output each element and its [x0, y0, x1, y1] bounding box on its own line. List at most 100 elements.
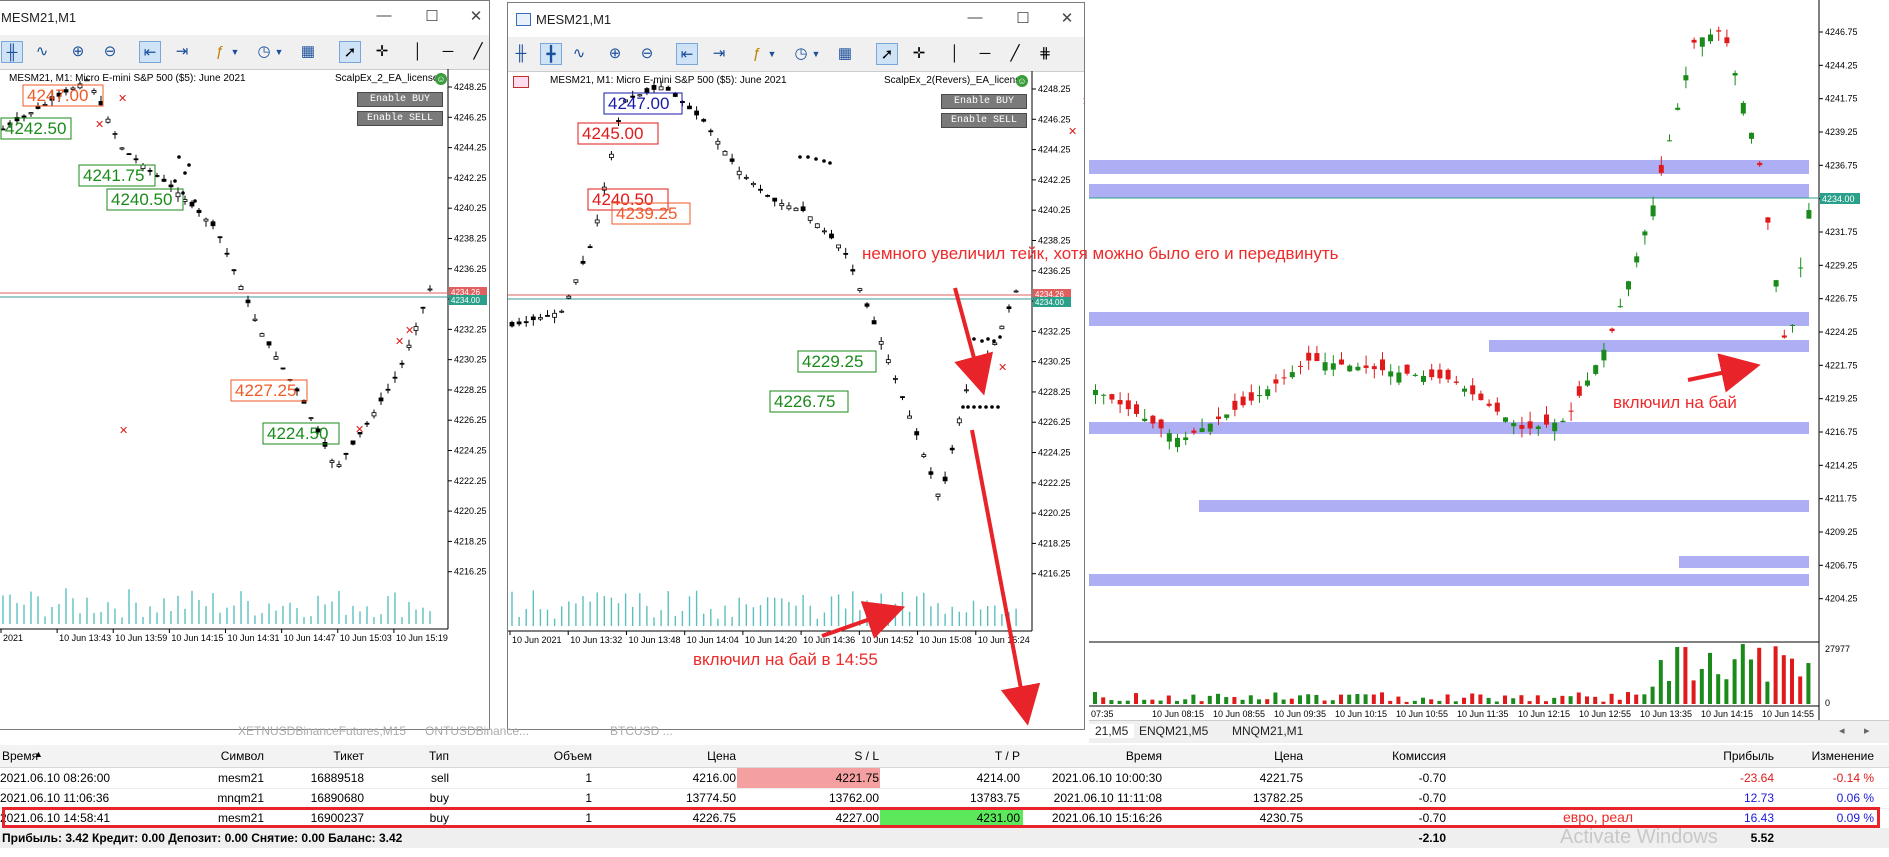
time-tick-label: 10 Jun 15:24 [978, 635, 1030, 645]
autoscroll-icon[interactable]: ⇤ [139, 41, 161, 63]
chevron-down-icon[interactable]: ▼ [766, 43, 778, 65]
left-price-chart: 4248.25 4246.25 4244.25 4242.25 4240.25 4238.… [0, 69, 487, 643]
candle [1650, 205, 1656, 217]
cursor-icon[interactable]: ➚ [876, 43, 898, 65]
price-tick-label: 4220.25 [1038, 508, 1071, 518]
cursor-icon[interactable]: ➚ [339, 41, 361, 63]
col-tp[interactable]: T / P [995, 749, 1020, 763]
templates-icon[interactable]: ▦ [297, 41, 319, 63]
time-tick-label: 2021 [3, 633, 23, 643]
bar-chart-icon[interactable]: ╫ [510, 43, 532, 65]
chart-shift-icon[interactable]: ⇥ [171, 41, 193, 63]
price-tick-label: 4218.25 [454, 536, 487, 546]
window-title: MESM21,M1 [1, 10, 77, 25]
annotation-take: немного увеличил тейк, хотя можно было е… [862, 244, 1339, 263]
col-price[interactable]: Цена [707, 749, 736, 763]
col-volume[interactable]: Объем [554, 749, 592, 763]
indicators-icon[interactable]: ƒ [209, 41, 231, 63]
autoscroll-icon[interactable]: ⇤ [676, 43, 698, 65]
close-icon[interactable]: ✕ [1052, 9, 1082, 27]
cell-close-price: 4221.75 [1259, 771, 1303, 785]
candle [1675, 107, 1681, 110]
col-close-time[interactable]: Время [1126, 749, 1162, 763]
scroll-left-icon[interactable]: ◂ [1839, 724, 1845, 737]
scroll-right-icon[interactable]: ▸ [1864, 724, 1870, 737]
volume-tick-label: 0 [1825, 698, 1830, 708]
vertical-line-icon[interactable]: │ [407, 41, 429, 63]
chart-window-middle[interactable]: MESM21,M1 — ☐ ✕ ╫ ╋ ∿ ⊕ ⊖ ⇤ ⇥ ƒ ▼ ◷ ▼ ▦ … [507, 2, 1085, 730]
table-row[interactable]: 2021.06.10 08:26:00 mesm21 16889518 sell… [0, 768, 1889, 789]
table-row[interactable]: 2021.06.10 11:06:36 mnqm21 16890680 buy … [0, 788, 1889, 809]
horizontal-line-icon[interactable]: ─ [974, 43, 996, 65]
fibonacci-icon[interactable]: ⋕ [1034, 43, 1056, 65]
minimize-icon[interactable]: — [369, 7, 399, 24]
col-time[interactable]: Время [2, 749, 38, 763]
close-icon[interactable]: ✕ [461, 7, 489, 25]
candle [793, 207, 799, 212]
indicators-icon[interactable]: ƒ [746, 43, 768, 65]
periods-icon[interactable]: ◷ [253, 41, 275, 63]
zoom-in-icon[interactable]: ⊕ [67, 41, 89, 63]
chevron-down-icon[interactable]: ▼ [229, 41, 241, 63]
maximize-icon[interactable]: ☐ [1008, 9, 1038, 27]
title-bar[interactable]: MESM21,M1 — ☐ ✕ [508, 3, 1084, 38]
chevron-down-icon[interactable]: ▼ [273, 41, 285, 63]
background-tab[interactable]: BTCUSD ... [610, 724, 673, 738]
zoom-out-icon[interactable]: ⊖ [636, 43, 658, 65]
candle [406, 344, 412, 348]
volume-bar [1347, 694, 1352, 704]
col-profit[interactable]: Прибыль [1723, 749, 1774, 763]
periods-icon[interactable]: ◷ [790, 43, 812, 65]
line-chart-icon[interactable]: ∿ [31, 41, 53, 63]
candle [1339, 359, 1344, 365]
candle [1248, 392, 1254, 401]
chart-shift-icon[interactable]: ⇥ [708, 43, 730, 65]
minimize-icon[interactable]: — [960, 9, 990, 26]
title-bar[interactable]: MESM21,M1 — ☐ ✕ [0, 1, 489, 36]
col-sl[interactable]: S / L [854, 749, 879, 763]
line-chart-icon[interactable]: ∿ [568, 43, 590, 65]
tab-enq-m5[interactable]: ENQM21,M5 [1139, 724, 1208, 738]
tab-es-m5[interactable]: 21,M5 [1089, 724, 1135, 738]
chevron-down-icon[interactable]: ▼ [810, 43, 822, 65]
col-type[interactable]: Тип [429, 749, 449, 763]
templates-icon[interactable]: ▦ [834, 43, 856, 65]
candle [864, 303, 870, 307]
candle [1257, 395, 1262, 397]
candle [821, 230, 827, 233]
col-close-price[interactable]: Цена [1274, 749, 1303, 763]
candlestick-chart-icon[interactable]: ╋ [540, 43, 562, 65]
candle [545, 315, 550, 317]
volume-bar [1265, 699, 1270, 704]
time-tick-label: 10 Jun 08:15 [1152, 709, 1204, 719]
horizontal-line-icon[interactable]: ─ [437, 41, 459, 63]
candle [98, 101, 104, 106]
candle [21, 115, 27, 118]
vertical-line-icon[interactable]: │ [944, 43, 966, 65]
tab-mnq-m1[interactable]: MNQM21,M1 [1232, 724, 1303, 738]
trendline-icon[interactable]: ╱ [467, 41, 489, 63]
zoom-in-icon[interactable]: ⊕ [604, 43, 626, 65]
candle [210, 221, 216, 227]
background-tab[interactable]: XETNUSDBinanceFutures,M15 [238, 724, 406, 738]
crosshair-icon[interactable]: ✛ [908, 43, 930, 65]
right-chart-area[interactable]: 4246.75 4244.25 4241.75 4239.25 4236.75 4234.… [1089, 0, 1889, 720]
candle [651, 85, 657, 90]
chart-window-left[interactable]: MESM21,M1 — ☐ ✕ ╫ ∿ ⊕ ⊖ ⇤ ⇥ ƒ ▼ ◷ ▼ ▦ ➚ … [0, 0, 490, 730]
col-symbol[interactable]: Символ [221, 749, 264, 763]
background-tab[interactable]: ONTUSDBinance... [425, 724, 529, 738]
zoom-out-icon[interactable]: ⊖ [99, 41, 121, 63]
bar-chart-icon[interactable]: ╫ [1, 41, 23, 63]
volume-bar [1494, 701, 1499, 704]
col-change[interactable]: Изменение [1812, 749, 1874, 763]
maximize-icon[interactable]: ☐ [417, 7, 447, 25]
col-ticket[interactable]: Тикет [333, 749, 364, 763]
crosshair-icon[interactable]: ✛ [371, 41, 393, 63]
price-tick-label: 4241.75 [1825, 94, 1858, 104]
trendline-icon[interactable]: ╱ [1004, 43, 1026, 65]
candle [1355, 366, 1361, 371]
candle [665, 86, 671, 91]
volume-bar [1224, 697, 1229, 704]
col-commission[interactable]: Комиссия [1392, 749, 1446, 763]
time-tick-label: 10 Jun 15:08 [920, 635, 972, 645]
